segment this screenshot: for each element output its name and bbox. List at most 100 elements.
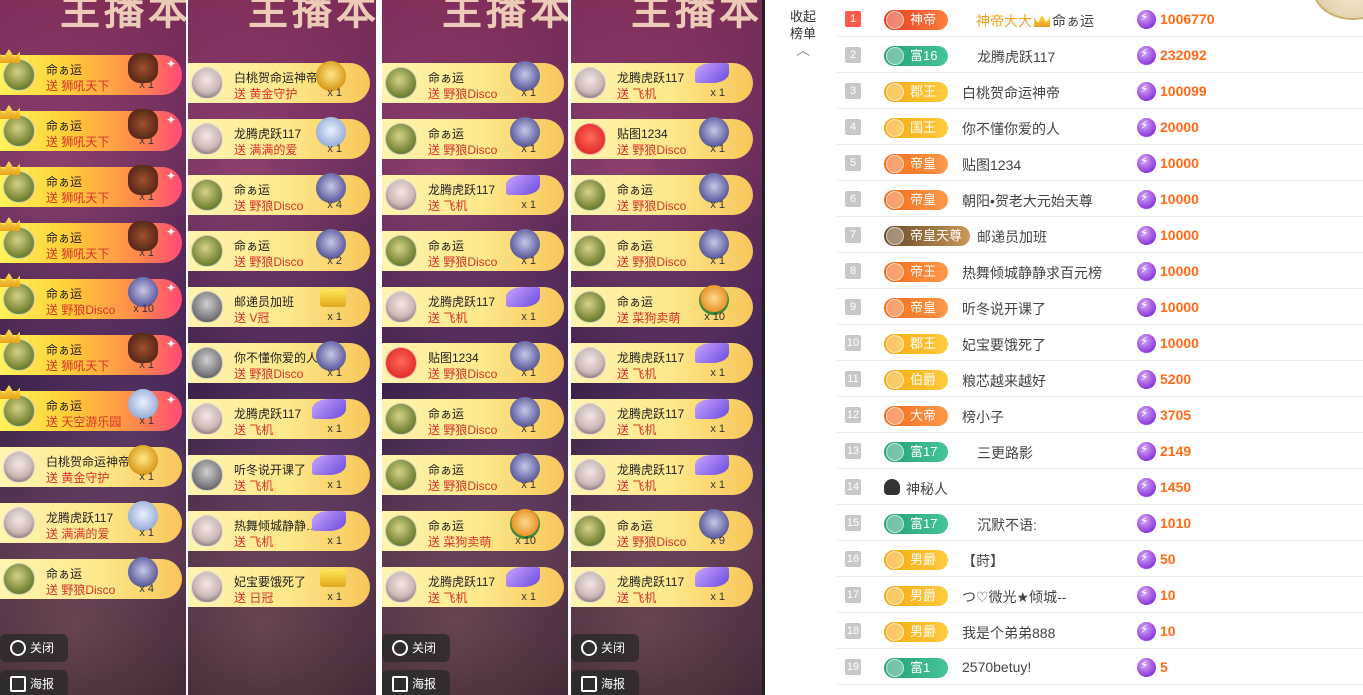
badge-emblem-icon [886, 659, 904, 677]
gift-row: 命ぁ运送 菜狗卖萌 x 10 [571, 285, 753, 327]
ranking-row[interactable]: 7 帝皇天尊邮递员加班 10000 [837, 217, 1363, 253]
badge-label: 帝皇 [910, 156, 937, 171]
gift-count: x 10 [133, 303, 154, 315]
avatar [574, 459, 606, 491]
gift-count: x 1 [139, 247, 154, 259]
contribution-value: 10000 [1160, 155, 1199, 171]
gift-count: x 1 [139, 79, 154, 91]
ranking-row[interactable]: 5 帝皇 贴图1234 10000 [837, 145, 1363, 181]
user-name: 听冬说开课了 [962, 299, 1046, 319]
level-badge: 富17 [884, 514, 948, 534]
avatar [191, 459, 223, 491]
contribution-value: 10000 [1160, 263, 1199, 279]
avatar [385, 291, 417, 323]
gift-name: 送 飞机 [234, 479, 274, 493]
sparkle-icon: ✦ [165, 393, 176, 407]
gift-count: x 1 [327, 423, 342, 435]
close-button[interactable]: 关闭 [571, 634, 639, 662]
energy-icon [1137, 190, 1156, 209]
sender-name: 命ぁ运 [428, 127, 465, 141]
gift-count: x 1 [139, 359, 154, 371]
avatar [385, 515, 417, 547]
contribution-value: 1006770 [1160, 11, 1215, 27]
user-name: 我是个弟弟888 [962, 623, 1055, 643]
avatar [385, 67, 417, 99]
badge-emblem-icon [886, 335, 904, 353]
ranking-row[interactable]: 6 帝皇 朝阳•贺老大元始天尊 10000 [837, 181, 1363, 217]
energy-icon [1137, 658, 1156, 677]
ranking-row[interactable]: 12 大帝 榜小子 3705 [837, 397, 1363, 433]
plane-gift-icon [506, 567, 540, 587]
ranking-row[interactable]: 3 郡王 白桃贺命运神帝 100099 [837, 73, 1363, 109]
level-badge: 帝皇天尊 [884, 226, 971, 246]
avatar [191, 571, 223, 603]
avatar [574, 67, 606, 99]
image-icon [581, 676, 597, 692]
badge-emblem-icon [886, 587, 904, 605]
ranking-row[interactable]: 17 男爵 つ♡微光★倾城-- 10 [837, 577, 1363, 613]
sender-name: 命ぁ运 [46, 287, 83, 301]
avatar [385, 571, 417, 603]
gift-row: 命ぁ运送 狮吼天下 ✦ x 1 [0, 217, 182, 263]
image-icon [10, 676, 26, 692]
ranking-row[interactable]: 11 伯爵 粮芯越来越好 5200 [837, 361, 1363, 397]
user-name: 三更路影 [977, 443, 1033, 463]
close-button[interactable]: 关闭 [0, 634, 68, 662]
ranking-row[interactable]: 10 郡王 妃宝要饿死了 10000 [837, 325, 1363, 361]
gift-count: x 10 [704, 311, 725, 323]
ranking-row[interactable]: 4 国王 你不懂你爱的人 20000 [837, 109, 1363, 145]
avatar [3, 115, 35, 147]
plane-gift-icon [695, 343, 729, 363]
ranking-row[interactable]: 8 帝王 热舞倾城静静求百元榜 10000 [837, 253, 1363, 289]
poster-button[interactable]: 海报 [382, 670, 450, 695]
sparkle-icon: ✦ [165, 57, 176, 71]
badge-emblem-icon [886, 155, 904, 173]
ranking-row[interactable]: 19 富1 2570betuy! 5 [837, 649, 1363, 685]
gift-count: x 1 [710, 199, 725, 211]
user-name: 龙腾虎跃117 [977, 47, 1055, 67]
badge-label: 神帝 [910, 12, 937, 27]
gift-row: 龙腾虎跃117 送 飞机 x 1 [571, 63, 753, 103]
collapse-ranking-button[interactable]: 收起榜单 ︿ [787, 8, 819, 59]
gift-name: 送 野狼Disco [46, 583, 116, 597]
button-label: 海报 [601, 677, 626, 691]
sender-name: 龙腾虎跃117 [617, 71, 685, 85]
ranking-row[interactable]: 13 富17 三更路影 2149 [837, 433, 1363, 469]
ranking-row[interactable]: 16 男爵 【莳】 50 [837, 541, 1363, 577]
user-name: 贴图1234 [962, 155, 1021, 175]
energy-icon [1137, 226, 1156, 245]
ranking-row[interactable]: 15 富17 沉默不语: 1010 [837, 505, 1363, 541]
level-badge: 郡王 [884, 334, 948, 354]
gift-name: 送 天空游乐园 [46, 415, 122, 429]
ranking-row[interactable]: 1 神帝 神帝大大 命ぁ运 1006770 [837, 1, 1363, 37]
gift-name: 送 狮吼天下 [46, 135, 110, 149]
gift-count: x 1 [521, 311, 536, 323]
sender-name: 命ぁ运 [428, 519, 465, 533]
gift-name: 送 飞机 [617, 591, 657, 605]
sender-name: 热舞倾城静静… [234, 519, 319, 533]
user-name-text: 三更路影 [977, 445, 1033, 461]
badge-label: 大帝 [910, 408, 937, 423]
poster-button[interactable]: 海报 [0, 670, 68, 695]
gift-name: 送 黄金守护 [46, 471, 110, 485]
sender-name: 命ぁ运 [617, 519, 654, 533]
level-badge: 富17 [884, 442, 948, 462]
gift-count: x 1 [139, 471, 154, 483]
ranking-row[interactable]: 14 神秘人 1450 [837, 469, 1363, 505]
energy-icon [1137, 262, 1156, 281]
ranking-row[interactable]: 2 富16 龙腾虎跃117 232092 [837, 37, 1363, 73]
energy-icon [1137, 514, 1156, 533]
badge-label: 男爵 [910, 552, 937, 567]
badge-label: 帝皇 [910, 192, 937, 207]
badge-label: 男爵 [910, 588, 937, 603]
ranking-panel: 收起榜单 ︿ 1神帝神帝大大命ぁ运10067702富16龙腾虎跃11723209… [762, 0, 1363, 695]
ranking-row[interactable]: 9 帝皇 听冬说开课了 10000 [837, 289, 1363, 325]
rank-number: 5 [845, 155, 861, 171]
gift-count: x 2 [327, 255, 342, 267]
ranking-row[interactable]: 18 男爵 我是个弟弟888 10 [837, 613, 1363, 649]
close-button[interactable]: 关闭 [382, 634, 450, 662]
gift-row: 热舞倾城静静… 送 飞机 x 1 [188, 511, 370, 551]
poster-button[interactable]: 海报 [571, 670, 639, 695]
power-icon [10, 640, 26, 656]
crown-icon [0, 273, 20, 287]
